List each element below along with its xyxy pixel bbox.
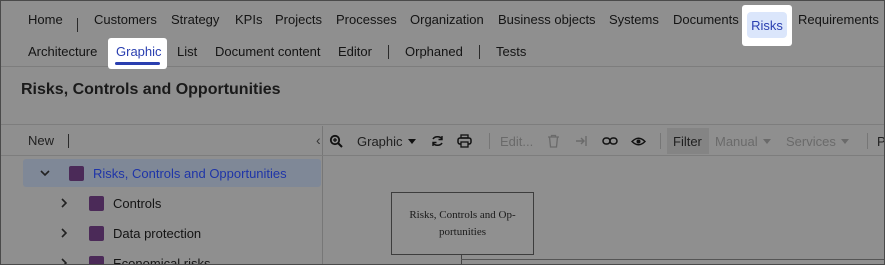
view-dropdown[interactable]: Graphic	[357, 126, 416, 156]
subnav-document-content[interactable]: Document content	[215, 37, 321, 66]
toolbar-separator	[867, 133, 868, 149]
view-dropdown-label: Graphic	[357, 133, 403, 149]
edit-button[interactable]: Edit...	[500, 126, 533, 156]
truncated-toolbar-item[interactable]: P	[877, 126, 884, 156]
subnav-architecture[interactable]: Architecture	[28, 37, 97, 66]
nav-projects[interactable]: Projects	[275, 1, 322, 37]
tree-item-label: Risks, Controls and Opportunities	[93, 165, 287, 181]
nav-organization[interactable]: Organization	[410, 1, 484, 37]
nav-risks-label: Risks	[751, 17, 783, 33]
tree-item-root[interactable]: Risks, Controls and Opportunities	[23, 159, 321, 187]
print-icon[interactable]	[457, 126, 472, 156]
nav-kpis[interactable]: KPIs	[235, 1, 262, 37]
manual-dropdown[interactable]: Manual	[715, 126, 771, 156]
chevron-down-icon[interactable]	[40, 169, 54, 177]
nav-processes[interactable]: Processes	[336, 1, 397, 37]
nav-documents[interactable]: Documents	[673, 1, 739, 37]
tree-item-data-protection[interactable]: Data protection	[23, 219, 321, 247]
manual-dropdown-label: Manual	[715, 133, 758, 149]
nav-requirements[interactable]: Requirements	[798, 1, 879, 37]
nav-strategy[interactable]: Strategy	[171, 1, 219, 37]
tree-item-label: Economical risks	[113, 255, 211, 265]
toolbar-separator	[489, 133, 490, 149]
diagram-connector	[461, 259, 884, 260]
tree-item-economical-risks[interactable]: Economical risks	[23, 249, 321, 265]
subnav-list[interactable]: List	[177, 37, 197, 66]
export-icon[interactable]	[575, 126, 589, 156]
chevron-right-icon[interactable]	[60, 228, 74, 238]
folder-square-icon	[89, 255, 104, 264]
subnav-orphaned[interactable]: Orphaned	[405, 37, 463, 66]
refresh-icon[interactable]	[430, 126, 445, 156]
page-title: Risks, Controls and Opportunities	[21, 81, 281, 98]
trash-icon[interactable]	[547, 126, 560, 156]
nav-systems[interactable]: Systems	[609, 1, 659, 37]
nav-customers[interactable]: Customers	[94, 1, 157, 37]
services-dropdown[interactable]: Services	[786, 126, 849, 156]
nav-separator	[77, 18, 78, 32]
app-frame: Home Customers Strategy KPIs Projects Pr…	[0, 0, 885, 265]
diagram-node-text: Risks, Controls and Op-portunities	[409, 208, 516, 238]
diagram-node-root[interactable]: Risks, Controls and Op-portunities	[391, 192, 534, 255]
tree-item-label: Controls	[113, 195, 162, 211]
new-separator	[68, 134, 69, 148]
nav-risks[interactable]: Risks	[747, 12, 787, 38]
folder-square-icon	[89, 195, 104, 211]
primary-nav: Home Customers Strategy KPIs Projects Pr…	[1, 1, 884, 46]
eye-icon[interactable]	[631, 126, 646, 156]
active-tab-underline	[115, 62, 160, 65]
subnav-separator	[479, 45, 480, 59]
subnav-editor[interactable]: Editor	[338, 37, 372, 66]
nav-business-objects[interactable]: Business objects	[498, 1, 596, 37]
secondary-nav: Architecture Graphic List Document conte…	[1, 37, 884, 69]
collapse-panel-icon[interactable]: ‹	[316, 132, 321, 148]
link-icon[interactable]	[602, 126, 618, 156]
chevron-right-icon[interactable]	[60, 258, 74, 264]
chevron-right-icon[interactable]	[60, 198, 74, 208]
diagram-connector	[461, 255, 462, 264]
services-dropdown-label: Services	[786, 133, 836, 149]
folder-square-icon	[89, 225, 104, 241]
tree-item-label: Data protection	[113, 225, 202, 241]
subnav-separator	[388, 45, 389, 59]
new-button[interactable]: New	[28, 133, 54, 148]
filter-button[interactable]: Filter	[673, 126, 702, 156]
toolbar-separator	[660, 133, 661, 149]
tree-item-controls[interactable]: Controls	[23, 189, 321, 217]
nav-home[interactable]: Home	[28, 1, 63, 37]
subnav-tests[interactable]: Tests	[496, 37, 526, 66]
zoom-icon[interactable]	[329, 126, 343, 156]
folder-square-icon	[69, 165, 84, 181]
